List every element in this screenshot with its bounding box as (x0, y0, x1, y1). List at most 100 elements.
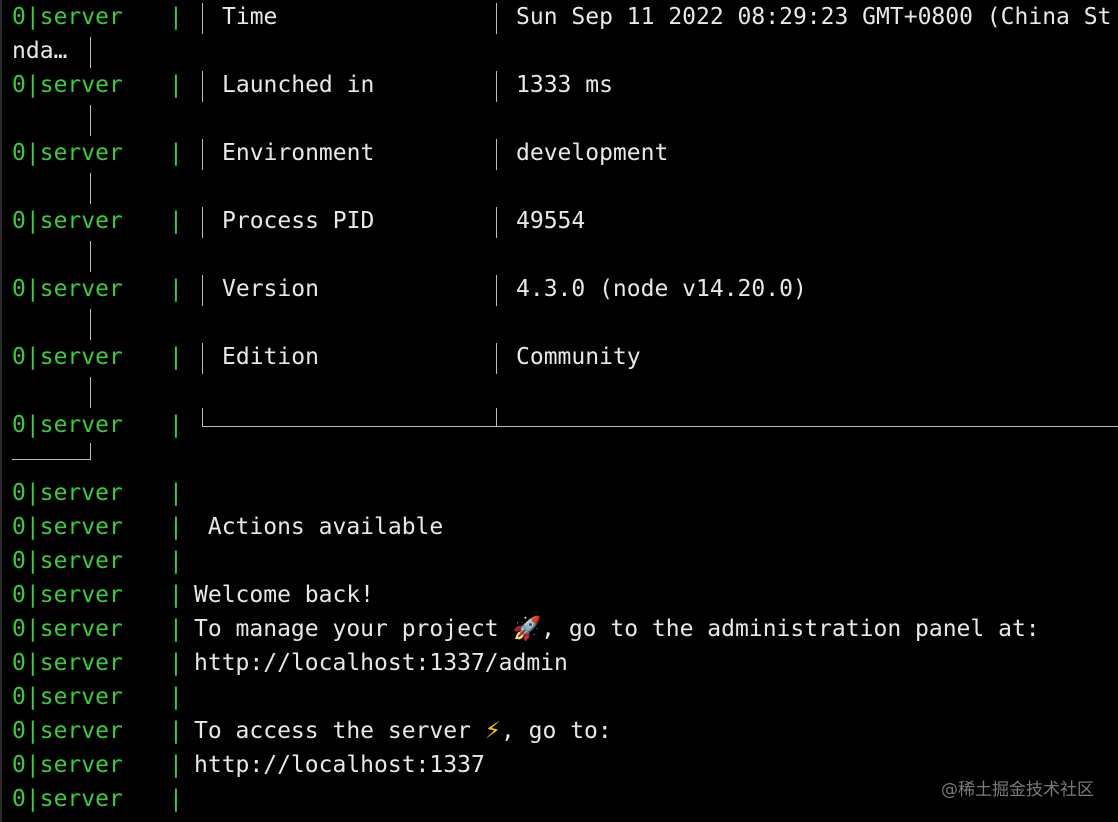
process-name: server (39, 718, 123, 744)
terminal-window[interactable]: 0|server | 0|server | 0|server | 0|server | 0|se… (0, 0, 1118, 822)
process-name: server (39, 208, 123, 234)
process-separator: | (25, 650, 40, 676)
process-name: server (39, 650, 123, 676)
table-border-left (202, 207, 203, 238)
process-id: 0 (12, 480, 26, 506)
process-separator: | (25, 582, 40, 608)
table-value-launched: 1333 ms (516, 72, 613, 98)
process-pipe: | (169, 4, 183, 30)
welcome-message: Welcome back! (194, 582, 375, 608)
process-separator: | (25, 4, 40, 30)
table-wrap-border-bottom (12, 459, 91, 460)
process-pipe: | (169, 752, 183, 778)
process-pipe: | (169, 718, 183, 744)
process-pipe: | (169, 412, 183, 438)
table-border-left (202, 275, 203, 306)
table-value-version: 4.3.0 (node v14.20.0) (516, 276, 807, 302)
table-border-middle (496, 275, 497, 306)
process-pipe: | (169, 548, 183, 574)
access-text-after: , go to: (500, 718, 612, 744)
actions-heading: Actions available (194, 514, 444, 540)
process-pipe: | (169, 344, 183, 370)
table-junction-bottom (496, 408, 497, 426)
process-separator: | (25, 344, 40, 370)
process-separator: | (25, 616, 40, 642)
process-separator: | (25, 684, 40, 710)
process-separator: | (25, 480, 40, 506)
process-pipe: | (169, 140, 183, 166)
process-separator: | (25, 786, 40, 812)
process-id: 0 (12, 684, 26, 710)
process-pipe: | (169, 480, 183, 506)
process-pipe: | (169, 684, 183, 710)
watermark: @稀土掘金技术社区 (941, 780, 1094, 800)
process-id: 0 (12, 548, 26, 574)
process-pipe: | (169, 582, 183, 608)
access-text-before: To access the server (194, 718, 485, 744)
process-prefix: 0|server | (12, 136, 183, 170)
process-prefix: 0|server | (12, 340, 183, 374)
table-border-middle (496, 139, 497, 170)
process-name: server (39, 752, 123, 778)
process-prefix: 0|server | (12, 748, 183, 782)
table-value-edition: Community (516, 344, 641, 370)
process-prefix: 0|server | (12, 612, 183, 646)
table-border-middle (496, 71, 497, 102)
process-name: server (39, 480, 123, 506)
table-wrap-border (90, 105, 91, 136)
admin-url-link[interactable]: http://localhost:1337/admin (194, 646, 568, 680)
process-prefix: 0|server | (12, 544, 183, 578)
process-prefix: 0|server | (12, 0, 183, 34)
process-separator: | (25, 140, 40, 166)
process-id: 0 (12, 4, 26, 30)
process-prefix: 0|server | (12, 272, 183, 306)
process-separator: | (25, 72, 40, 98)
table-key-environment: Environment (222, 140, 375, 166)
process-id: 0 (12, 412, 26, 438)
process-id: 0 (12, 344, 26, 370)
table-border-left (202, 139, 203, 170)
table-border-left (202, 3, 203, 34)
process-prefix: 0|server | (12, 578, 183, 612)
process-prefix: 0|server | (12, 68, 183, 102)
table-wrap-border (90, 173, 91, 204)
table-key-version: Version (222, 276, 319, 302)
table-value-time: Sun Sep 11 2022 08:29:23 GMT+0800 (China… (516, 4, 1112, 30)
process-name: server (39, 276, 123, 302)
process-separator: | (25, 514, 40, 540)
process-name: server (39, 616, 123, 642)
process-name: server (39, 548, 123, 574)
process-pipe: | (169, 276, 183, 302)
process-id: 0 (12, 72, 26, 98)
process-name: server (39, 514, 123, 540)
process-name: server (39, 684, 123, 710)
table-key-launched: Launched in (222, 72, 375, 98)
table-value-pid: 49554 (516, 208, 586, 234)
table-border-middle (496, 3, 497, 34)
process-id: 0 (12, 582, 26, 608)
process-separator: | (25, 718, 40, 744)
process-id: 0 (12, 140, 26, 166)
process-id: 0 (12, 276, 26, 302)
process-prefix: 0|server | (12, 782, 183, 816)
table-corner-bottom-left (202, 408, 203, 426)
process-name: server (39, 786, 123, 812)
process-prefix: 0|server | (12, 204, 183, 238)
table-wrap-border (90, 309, 91, 340)
table-key-pid: Process PID (222, 208, 375, 234)
table-wrap-time: nda… (12, 38, 68, 64)
process-id: 0 (12, 208, 26, 234)
process-prefix: 0|server | (12, 680, 183, 714)
process-pipe: | (169, 514, 183, 540)
table-key-edition: Edition (222, 344, 319, 370)
access-message: To access the server ⚡, go to: (194, 714, 612, 748)
process-id: 0 (12, 514, 26, 540)
table-wrap-border (90, 377, 91, 408)
server-url-link[interactable]: http://localhost:1337 (194, 748, 485, 782)
table-border-left (202, 71, 203, 102)
table-border-bottom (202, 426, 1118, 427)
process-name: server (39, 344, 123, 370)
table-wrap-border (90, 241, 91, 272)
lightning-icon: ⚡ (484, 718, 501, 744)
process-id: 0 (12, 650, 26, 676)
